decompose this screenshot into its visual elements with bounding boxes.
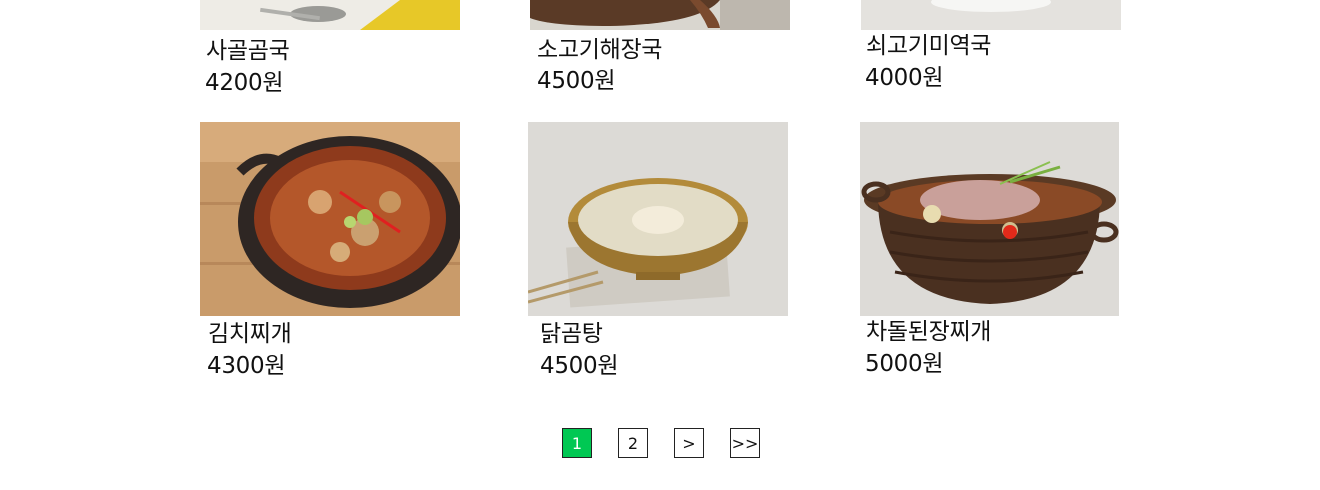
next-page-button[interactable]: > xyxy=(674,428,704,458)
product-price: 4500원 xyxy=(540,353,619,379)
page-2-button[interactable]: 2 xyxy=(618,428,648,458)
product-price: 4300원 xyxy=(207,353,286,379)
product-price: 4500원 xyxy=(537,68,616,94)
product-image[interactable] xyxy=(530,0,790,30)
product-name: 사골곰국 xyxy=(206,38,290,64)
product-name: 차돌된장찌개 xyxy=(866,319,992,345)
product-price: 4000원 xyxy=(865,65,944,91)
product-name: 소고기해장국 xyxy=(537,37,663,63)
product-image[interactable] xyxy=(528,122,788,316)
product-image[interactable] xyxy=(861,0,1121,30)
page-1-button[interactable]: 1 xyxy=(562,428,592,458)
last-page-button[interactable]: >> xyxy=(730,428,760,458)
product-image[interactable] xyxy=(200,0,460,30)
product-name: 김치찌개 xyxy=(208,321,292,347)
product-image[interactable] xyxy=(200,122,460,316)
product-name: 닭곰탕 xyxy=(540,321,603,347)
product-price: 5000원 xyxy=(865,351,944,377)
product-image[interactable] xyxy=(860,122,1119,316)
product-price: 4200원 xyxy=(205,70,284,96)
product-name: 쇠고기미역국 xyxy=(866,33,992,59)
